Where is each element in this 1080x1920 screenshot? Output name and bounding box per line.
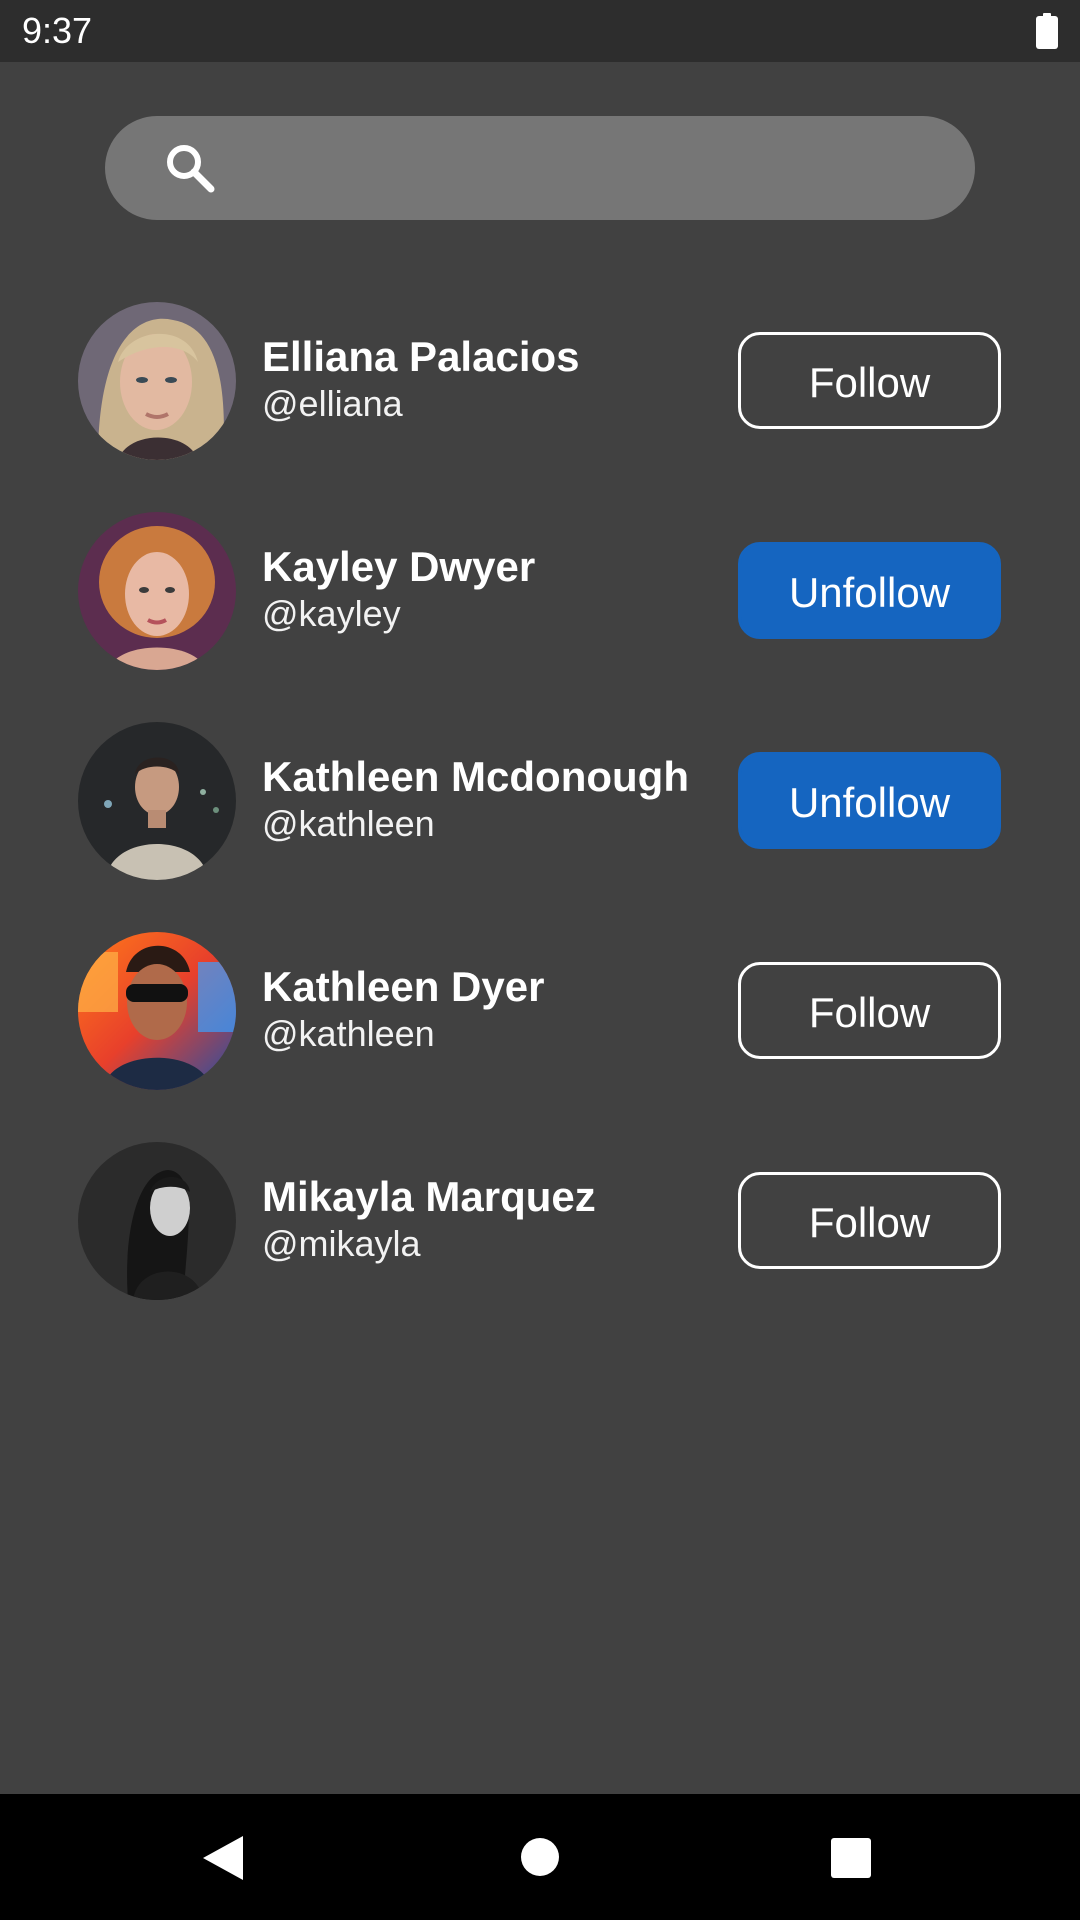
status-bar: 9:37: [0, 0, 1080, 62]
navigation-bar: [0, 1794, 1080, 1920]
avatar[interactable]: [78, 302, 236, 460]
user-name: Elliana Palacios: [262, 333, 580, 380]
user-handle: @mikayla: [262, 1223, 421, 1264]
user-name: Kathleen Mcdonough: [262, 753, 689, 800]
status-time: 9:37: [22, 10, 93, 51]
search-input[interactable]: [235, 116, 939, 222]
user-handle: @kathleen: [262, 803, 435, 844]
unfollow-button[interactable]: Unfollow: [738, 542, 1001, 639]
user-name: Kayley Dwyer: [262, 543, 536, 590]
recents-square-icon[interactable]: [830, 1837, 872, 1879]
list-item-user: Mikayla Marquez @mikayla Follow: [0, 1130, 1080, 1310]
follow-button[interactable]: Follow: [738, 962, 1001, 1059]
user-name: Mikayla Marquez: [262, 1173, 596, 1220]
battery-full-icon: [1036, 13, 1058, 49]
avatar[interactable]: [78, 512, 236, 670]
back-triangle-icon[interactable]: [203, 1834, 247, 1882]
search-bar[interactable]: [105, 116, 975, 222]
search-icon[interactable]: [165, 143, 215, 193]
avatar[interactable]: [78, 1142, 236, 1300]
follow-button[interactable]: Follow: [738, 1172, 1001, 1269]
home-circle-icon[interactable]: [520, 1837, 560, 1877]
unfollow-button[interactable]: Unfollow: [738, 752, 1001, 849]
follow-button[interactable]: Follow: [738, 332, 1001, 429]
user-handle: @elliana: [262, 383, 403, 424]
list-item-user: Kathleen Mcdonough @kathleen Unfollow: [0, 710, 1080, 890]
user-handle: @kathleen: [262, 1013, 435, 1054]
list-item-user: Elliana Palacios @elliana Follow: [0, 290, 1080, 470]
avatar[interactable]: [78, 722, 236, 880]
list-item-user: Kayley Dwyer @kayley Unfollow: [0, 500, 1080, 680]
avatar[interactable]: [78, 932, 236, 1090]
list-item-user: Kathleen Dyer @kathleen Follow: [0, 920, 1080, 1100]
user-name: Kathleen Dyer: [262, 963, 545, 1010]
main-content: Elliana Palacios @elliana Follow Kayley …: [0, 62, 1080, 1794]
user-handle: @kayley: [262, 593, 401, 634]
